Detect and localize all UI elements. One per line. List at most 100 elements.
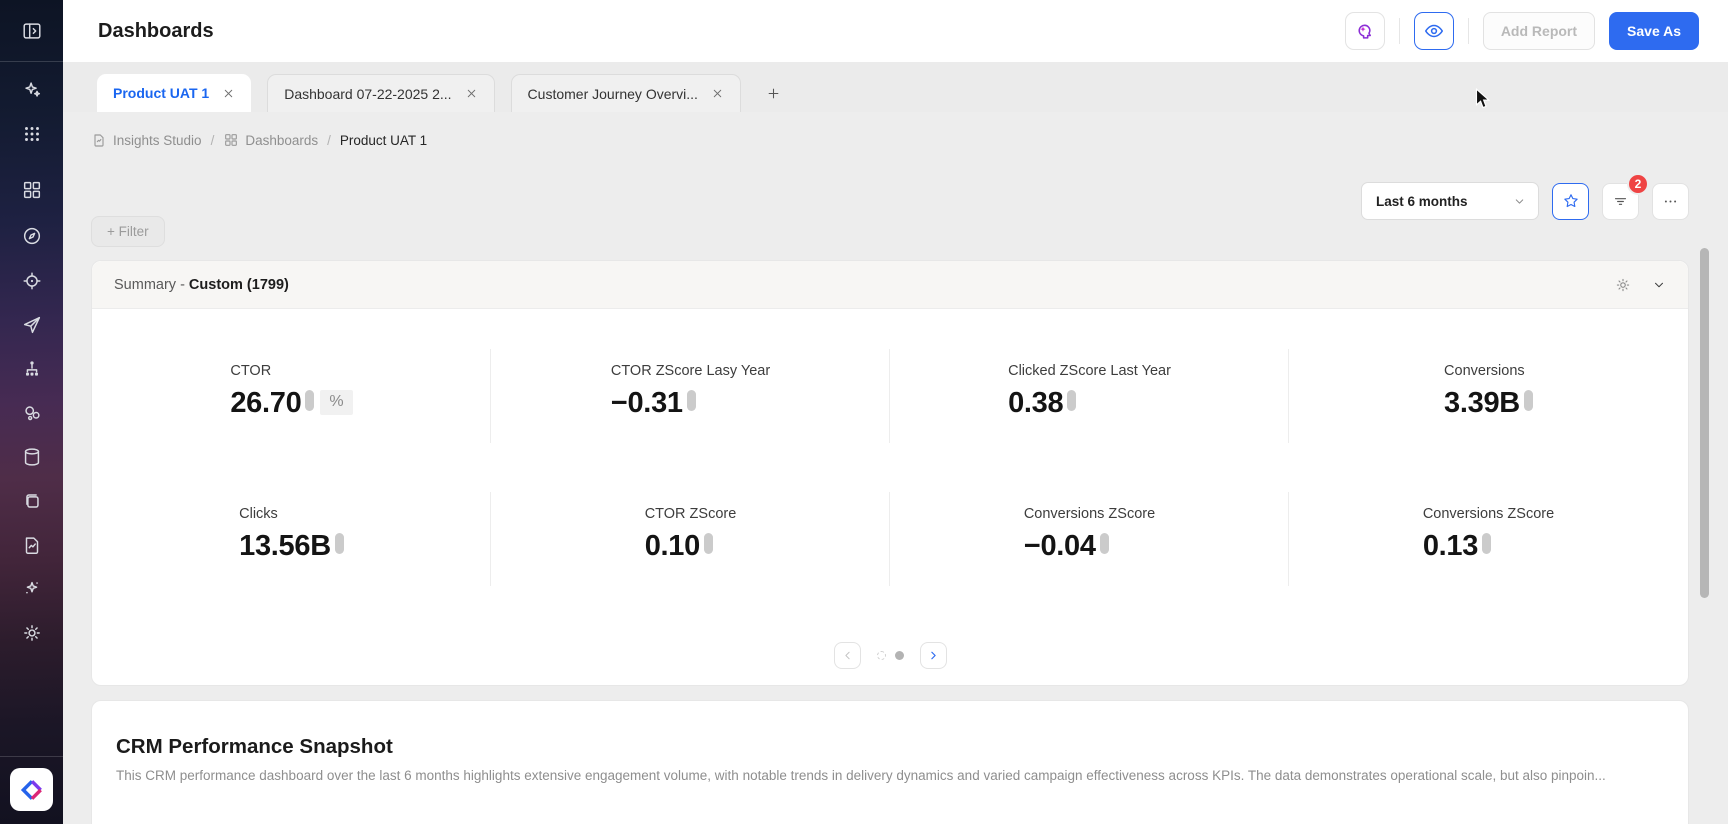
kpi-value: 0.13: [1423, 532, 1478, 561]
sidebar-item-collapse[interactable]: [0, 19, 63, 43]
kpi-card-conversions-zscore-2: Conversions ZScore 0.13: [1289, 506, 1688, 561]
doc-icon: [91, 132, 107, 148]
dashboard-controls: Last 6 months 2: [1361, 182, 1689, 220]
kpi-grid: CTOR 26.70 % CTOR ZScore Lasy Year: [92, 309, 1688, 685]
add-report-button[interactable]: Add Report: [1483, 12, 1595, 50]
sidebar-item-reports[interactable]: [0, 533, 63, 557]
collapse-chevron-icon[interactable]: [1652, 278, 1666, 292]
breadcrumb-label: Insights Studio: [113, 133, 202, 148]
sidebar-item-apps[interactable]: [0, 122, 63, 146]
prev-page-button[interactable]: [834, 642, 861, 669]
add-filter-button[interactable]: + Filter: [91, 216, 165, 247]
breadcrumb-insights-studio[interactable]: Insights Studio: [91, 132, 202, 148]
value-indicator: [305, 390, 314, 411]
database-icon: [21, 446, 43, 468]
sidebar-item-magic[interactable]: [0, 577, 63, 601]
value-indicator: [1100, 533, 1109, 554]
summary-card-header: Summary - Custom (1799): [92, 261, 1688, 309]
summary-card: Summary - Custom (1799) CTOR 26.70: [91, 260, 1689, 686]
chevron-right-icon: [927, 649, 940, 662]
kpi-pagination: [92, 642, 1688, 669]
sidebar-item-templates[interactable]: [0, 489, 63, 513]
tab-dashboard-07-22[interactable]: Dashboard 07-22-2025 2...: [267, 74, 494, 112]
kpi-card-ctor: CTOR 26.70 %: [92, 363, 491, 418]
sidebar-item-settings[interactable]: [0, 621, 63, 645]
sidebar-item-data[interactable]: [0, 445, 63, 469]
date-range-value: Last 6 months: [1376, 194, 1468, 209]
dashboards-icon: [21, 179, 43, 201]
value-indicator: [335, 533, 344, 554]
sidebar-item-journeys[interactable]: [0, 357, 63, 381]
topbar: Dashboards Add Report Save As: [63, 0, 1728, 62]
kpi-value: 0.10: [645, 532, 700, 561]
sidebar: [0, 0, 63, 824]
main-area: Dashboards Add Report Save As Product UA…: [63, 0, 1728, 824]
summary-card-title: Summary - Custom (1799): [114, 277, 289, 293]
sidebar-item-ai[interactable]: [0, 78, 63, 102]
tab-label: Customer Journey Overvi...: [528, 86, 698, 102]
value-indicator: [704, 533, 713, 554]
kpi-label: Conversions: [1444, 363, 1533, 379]
pages-icon: [21, 490, 43, 512]
ai-sparkles-icon: [21, 79, 43, 101]
divider: [1468, 18, 1469, 44]
breadcrumb-separator: /: [211, 133, 215, 148]
date-range-select[interactable]: Last 6 months: [1361, 182, 1539, 220]
ellipsis-icon: [1662, 193, 1679, 210]
kpi-value: 3.39B: [1444, 389, 1520, 418]
filter-badge: 2: [1627, 173, 1649, 195]
sidebar-item-target[interactable]: [0, 269, 63, 293]
tab-label: Dashboard 07-22-2025 2...: [284, 86, 451, 102]
tab-bar: Product UAT 1 Dashboard 07-22-2025 2... …: [63, 62, 1728, 112]
breadcrumb-dashboards[interactable]: Dashboards: [223, 132, 318, 148]
ai-assistant-button[interactable]: [1345, 12, 1385, 50]
save-as-button[interactable]: Save As: [1609, 12, 1699, 50]
kpi-label: CTOR ZScore: [645, 506, 737, 522]
summary-title-emphasis: Custom (1799): [189, 277, 289, 293]
next-page-button[interactable]: [920, 642, 947, 669]
close-icon[interactable]: [465, 87, 478, 100]
crm-card-title: CRM Performance Snapshot: [116, 735, 1664, 759]
brand-diamond-logo: [19, 777, 45, 803]
settings-gear-icon: [21, 622, 43, 644]
star-icon: [1562, 192, 1580, 210]
sidebar-item-campaigns[interactable]: [0, 313, 63, 337]
report-doc-icon: [21, 534, 43, 556]
sidebar-divider: [0, 61, 63, 62]
kpi-value: 0.38: [1008, 389, 1063, 418]
value-indicator: [1067, 390, 1076, 411]
content: Insights Studio / Dashboards / Product U…: [63, 130, 1728, 824]
favorite-button[interactable]: [1552, 183, 1589, 220]
kpi-label: CTOR: [230, 363, 352, 379]
kpi-label: Clicks: [239, 506, 344, 522]
eye-icon: [1423, 20, 1445, 42]
scrollbar-thumb[interactable]: [1700, 248, 1709, 598]
close-icon[interactable]: [222, 87, 235, 100]
sidebar-item-dashboards[interactable]: [0, 178, 63, 202]
tab-product-uat-1[interactable]: Product UAT 1: [97, 74, 251, 112]
tab-label: Product UAT 1: [113, 85, 209, 101]
kpi-label: Conversions ZScore: [1423, 506, 1554, 522]
close-icon[interactable]: [711, 87, 724, 100]
brand-logo[interactable]: [10, 768, 53, 811]
sidebar-divider: [0, 756, 63, 757]
new-tab-button[interactable]: [757, 74, 791, 112]
plus-icon: [766, 86, 781, 101]
summary-card-actions: [1614, 276, 1666, 294]
page-dot-2-active[interactable]: [895, 651, 904, 660]
breadcrumb-label: Dashboards: [245, 133, 318, 148]
sidebar-item-segments[interactable]: [0, 401, 63, 425]
ai-assistant-icon: [1354, 20, 1376, 42]
filter-button[interactable]: 2: [1602, 183, 1639, 220]
sidebar-item-explore[interactable]: [0, 224, 63, 248]
more-options-button[interactable]: [1652, 183, 1689, 220]
kpi-card-clicks: Clicks 13.56B: [92, 506, 491, 561]
hierarchy-icon: [21, 358, 43, 380]
tab-customer-journey[interactable]: Customer Journey Overvi...: [511, 74, 741, 112]
kpi-card-conversions-zscore-1: Conversions ZScore −0.04: [890, 506, 1289, 561]
breadcrumb-separator: /: [327, 133, 331, 148]
kpi-card-ctor-zscore-lasy-year: CTOR ZScore Lasy Year −0.31: [491, 363, 890, 418]
preview-button[interactable]: [1414, 12, 1454, 50]
page-dot-1[interactable]: [877, 651, 886, 660]
gear-icon[interactable]: [1614, 276, 1632, 294]
